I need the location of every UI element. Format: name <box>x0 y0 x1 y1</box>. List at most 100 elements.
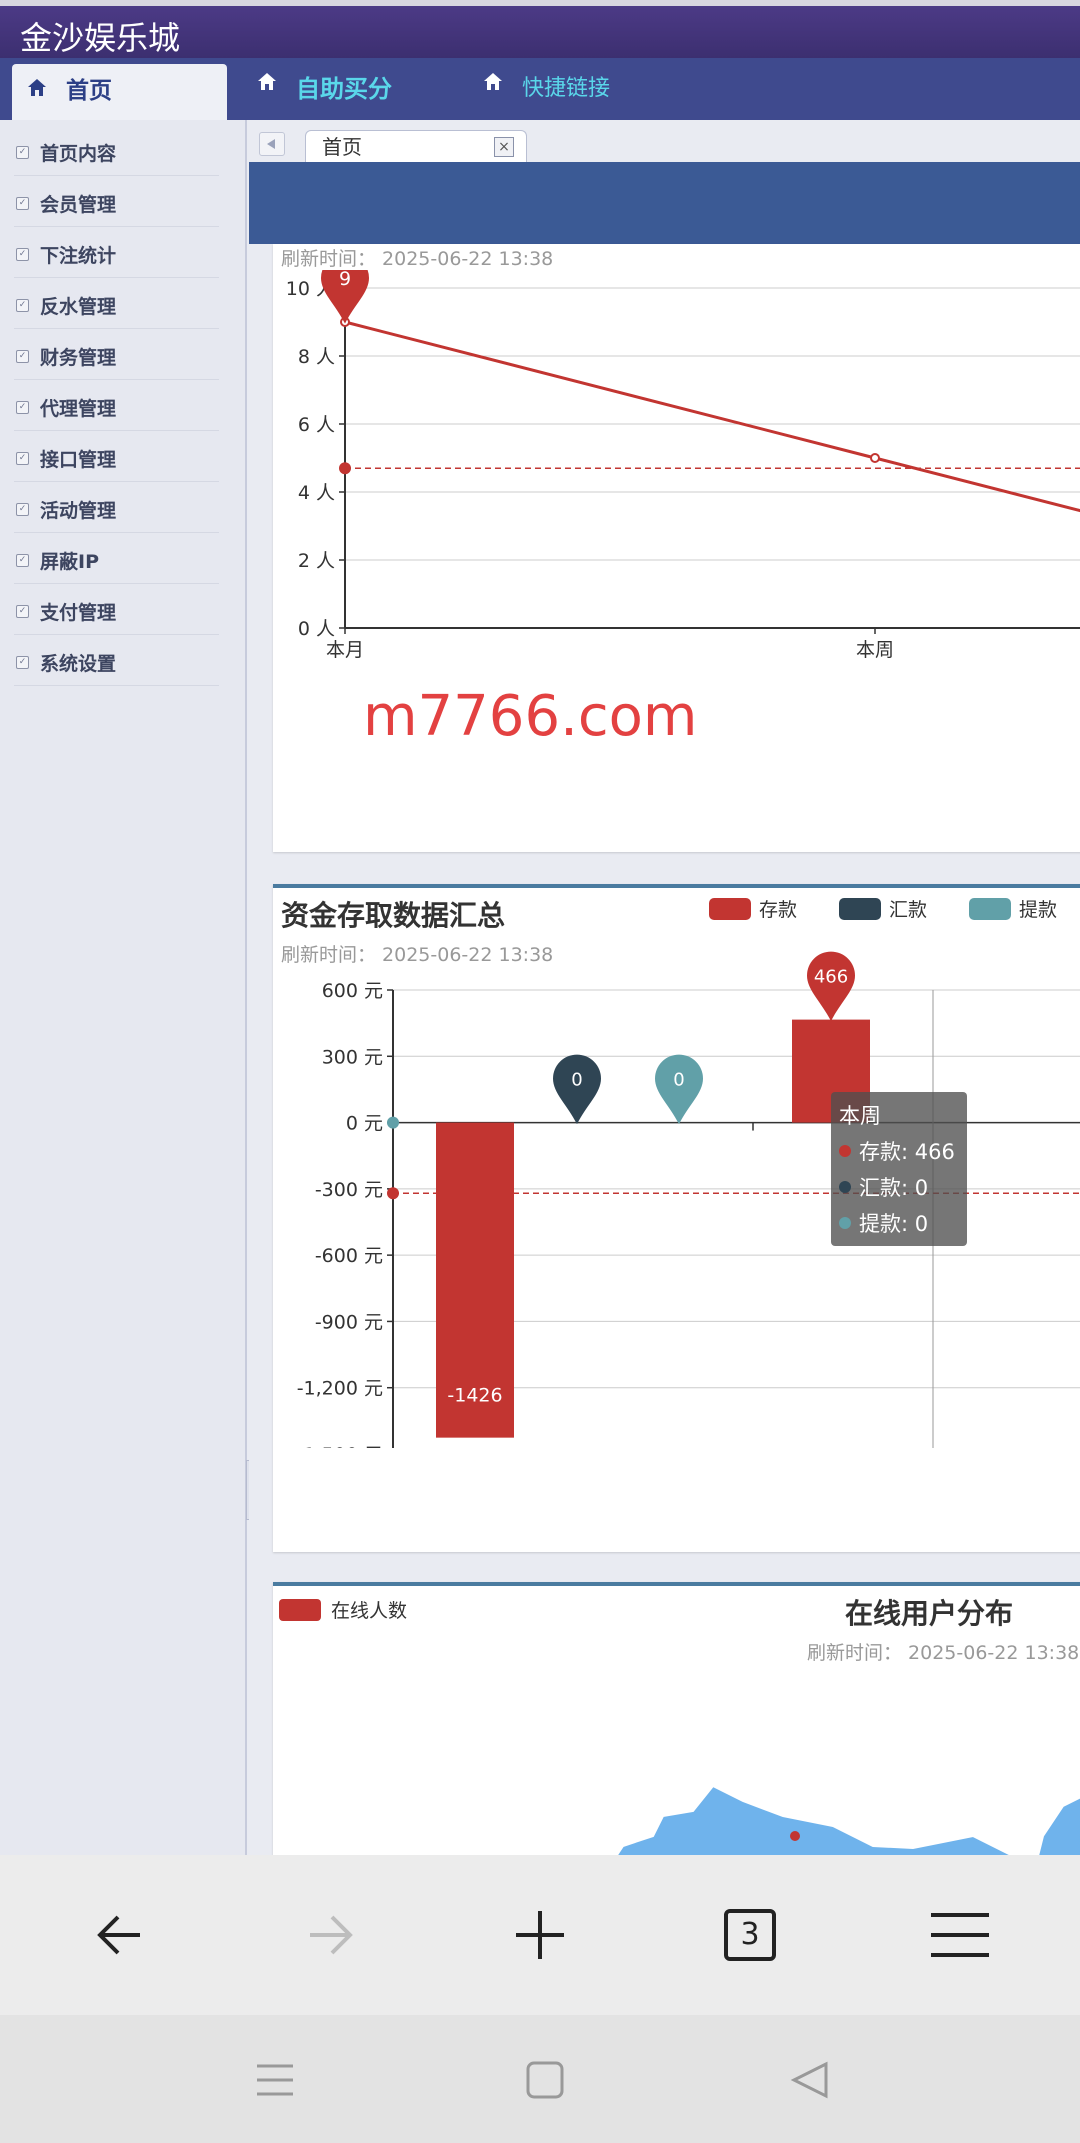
y-tick-label: 2 人 <box>298 550 335 572</box>
sidebar-item-settings[interactable]: ✓ 系统设置 <box>14 646 219 686</box>
square-home-icon <box>526 2061 564 2099</box>
content-header-bar <box>249 162 1080 244</box>
card-title: 在线用户分布 <box>845 1597 1014 1630</box>
series-line <box>344 320 1080 513</box>
legend-label: 提款 <box>1019 899 1057 921</box>
checkbox-icon: ✓ <box>16 146 29 159</box>
average-marker <box>387 1187 399 1200</box>
map-region[interactable] <box>1033 1796 1080 1855</box>
sidebar-item-bet-stats[interactable]: ✓ 下注统计 <box>14 238 219 278</box>
y-tick-label: 4 人 <box>298 482 335 504</box>
checkbox-icon: ✓ <box>16 605 29 618</box>
app-title: 金沙娱乐城 <box>0 0 1080 58</box>
sidebar-item-rebate[interactable]: ✓ 反水管理 <box>14 289 219 329</box>
zero-marker <box>387 1116 399 1129</box>
browser-toolbar: 3 <box>0 1855 1080 2015</box>
sidebar-item-api[interactable]: ✓ 接口管理 <box>14 442 219 482</box>
sidebar-item-home-content[interactable]: ✓ 首页内容 <box>14 136 219 176</box>
menu-button[interactable] <box>920 1895 1000 1975</box>
chart-tooltip: 本周 存款: 466 汇款: 0 提款: 0 <box>831 1092 967 1246</box>
tooltip-row: 汇款: 0 <box>839 1172 959 1202</box>
plus-icon <box>516 1911 564 1959</box>
tooltip-row-label: 存款: 466 <box>859 1140 955 1164</box>
map-legend[interactable]: 在线人数 <box>279 1596 407 1623</box>
nav-self-buy[interactable]: 自助买分 <box>258 58 392 120</box>
main-content: 刷新时间： 2025-06-22 13:38 0 人2 人4 人6 人8 人 10… <box>249 162 1080 1855</box>
sidebar-item-label: 接口管理 <box>40 449 117 471</box>
legend-swatch <box>839 898 881 920</box>
sidebar-item-label: 系统设置 <box>40 653 117 675</box>
forward-button[interactable] <box>290 1895 370 1975</box>
legend-dot-icon <box>839 1145 851 1157</box>
map-region-xinjiang[interactable] <box>603 1784 1033 1855</box>
value-pin-label: 0 <box>673 1070 684 1091</box>
nav-home-tab[interactable]: 首页 <box>12 64 227 122</box>
tab-home[interactable]: 首页 × <box>305 130 527 164</box>
back-button[interactable] <box>80 1895 160 1975</box>
sidebar-item-label: 首页内容 <box>40 143 117 165</box>
checkbox-icon: ✓ <box>16 248 29 261</box>
nav-self-buy-label: 自助买分 <box>296 75 392 103</box>
home-icon <box>22 68 52 108</box>
sidebar-item-label: 反水管理 <box>40 296 117 318</box>
checkbox-icon: ✓ <box>16 452 29 465</box>
checkbox-icon: ✓ <box>16 656 29 669</box>
legend-label: 在线人数 <box>331 1600 408 1622</box>
legend-label: 存款 <box>759 899 797 921</box>
home-button[interactable] <box>510 2045 580 2115</box>
sidebar-item-block-ip[interactable]: ✓ 屏蔽IP <box>14 544 219 584</box>
sidebar-item-agents[interactable]: ✓ 代理管理 <box>14 391 219 431</box>
app-root: 金沙娱乐城 首页 自助买分 快捷链接 ✓ 首页内容 ✓ 会员管理 ✓ 下注统计 ✓ 反水… <box>0 0 1080 2143</box>
nav-quick-links[interactable]: 快捷链接 <box>484 58 610 120</box>
y-tick-label: -1,200 元 <box>297 1378 383 1400</box>
online-map-card: 在线人数 在线用户分布 刷新时间： 2025-06-22 13:38 新疆 <box>273 1582 1080 1855</box>
refresh-time: 刷新时间： 2025-06-22 13:38 <box>281 248 554 270</box>
y-tick-label: 0 人 <box>298 618 335 640</box>
y-tick-label: -1,500 元 <box>297 1444 383 1448</box>
sidebar-item-label: 屏蔽IP <box>40 551 99 573</box>
value-pin-label: 466 <box>814 967 848 988</box>
nav-home-label: 首页 <box>66 78 112 104</box>
tab-scroll-left-button[interactable] <box>259 132 285 156</box>
y-tick-label: 0 元 <box>346 1113 383 1135</box>
legend-swatch <box>709 898 751 920</box>
sidebar-item-payments[interactable]: ✓ 支付管理 <box>14 595 219 635</box>
map-marker[interactable] <box>790 1831 800 1841</box>
sidebar-item-label: 会员管理 <box>40 194 117 216</box>
tab-home-label: 首页 <box>322 135 362 159</box>
checkbox-icon: ✓ <box>16 554 29 567</box>
member-chart-card: 刷新时间： 2025-06-22 13:38 0 人2 人4 人6 人8 人 10… <box>273 244 1080 852</box>
recent-apps-button[interactable] <box>240 2045 310 2115</box>
tab-strip: 首页 × <box>249 120 1080 164</box>
watermark-text: m7766.com <box>363 684 698 749</box>
refresh-time: 刷新时间： 2025-06-22 13:38 <box>807 1642 1080 1664</box>
y-tick-label: 8 人 <box>298 346 335 368</box>
sidebar-item-finance[interactable]: ✓ 财务管理 <box>14 340 219 380</box>
y-tick-label: 6 人 <box>298 414 335 436</box>
close-icon[interactable]: × <box>494 137 514 157</box>
y-tick-label: -900 元 <box>315 1311 383 1333</box>
sidebar-item-label: 活动管理 <box>40 500 117 522</box>
system-back-button[interactable] <box>775 2045 845 2115</box>
sidebar-item-label: 代理管理 <box>40 398 117 420</box>
top-nav: 首页 自助买分 快捷链接 <box>0 58 1080 122</box>
data-point <box>870 453 880 463</box>
x-tick-label: 本周 <box>856 639 894 661</box>
system-nav-bar <box>0 2015 1080 2143</box>
legend-dot-icon <box>839 1217 851 1229</box>
checkbox-icon: ✓ <box>16 401 29 414</box>
checkbox-icon: ✓ <box>16 197 29 210</box>
sidebar-item-members[interactable]: ✓ 会员管理 <box>14 187 219 227</box>
recents-icon <box>257 2064 293 2096</box>
legend-swatch-icon <box>279 1598 321 1621</box>
checkbox-icon: ✓ <box>16 503 29 516</box>
sidebar-item-events[interactable]: ✓ 活动管理 <box>14 493 219 533</box>
hamburger-menu-icon <box>931 1913 989 1957</box>
new-tab-button[interactable] <box>500 1895 580 1975</box>
funds-chart-card: 资金存取数据汇总 刷新时间： 2025-06-22 13:38 -1,500 元… <box>273 884 1080 1552</box>
legend-dot-icon <box>839 1181 851 1193</box>
tab-switcher-button[interactable]: 3 <box>710 1895 790 1975</box>
tooltip-row-label: 提款: 0 <box>859 1212 929 1236</box>
sidebar-item-label: 下注统计 <box>40 245 117 267</box>
bar-label: -1426 <box>447 1385 502 1407</box>
